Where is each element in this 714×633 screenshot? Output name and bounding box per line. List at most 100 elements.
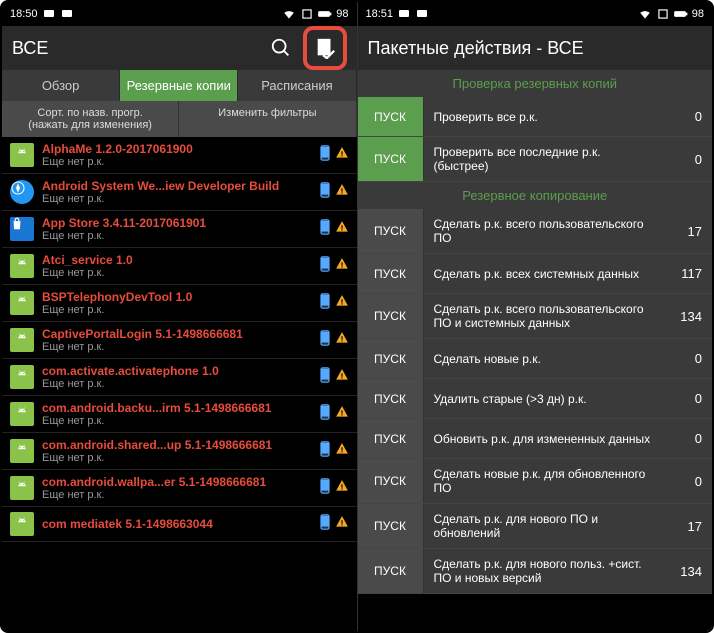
run-button[interactable]: ПУСК bbox=[358, 209, 424, 253]
app-text: AlphaMe 1.2.0-2017061900 Еще нет р.к. bbox=[42, 142, 319, 168]
app-status: Еще нет р.к. bbox=[42, 378, 319, 390]
action-label: Сделать новые р.к. bbox=[424, 339, 669, 378]
app-text: App Store 3.4.11-2017061901 Еще нет р.к. bbox=[42, 216, 319, 242]
app-icon bbox=[10, 254, 34, 278]
app-status: Еще нет р.к. bbox=[42, 193, 319, 205]
action-item[interactable]: ПУСК Сделать р.к. всего пользовательског… bbox=[358, 294, 713, 339]
run-button[interactable]: ПУСК bbox=[358, 504, 424, 548]
app-icon bbox=[10, 402, 34, 426]
app-text: com.android.wallpa...er 5.1-1498666681 Е… bbox=[42, 475, 319, 501]
run-button[interactable]: ПУСК bbox=[358, 339, 424, 378]
wifi-icon bbox=[638, 7, 652, 21]
run-button[interactable]: ПУСК bbox=[358, 549, 424, 593]
tabs: Обзор Резервные копии Расписания bbox=[2, 70, 357, 101]
app-list[interactable]: AlphaMe 1.2.0-2017061900 Еще нет р.к. An… bbox=[2, 137, 357, 631]
app-item[interactable]: Android System We...iew Developer Build … bbox=[2, 174, 357, 211]
app-header: Пакетные действия - ВСЕ bbox=[358, 26, 713, 70]
action-label: Проверить все последние р.к. (быстрее) bbox=[424, 137, 669, 181]
tab-overview[interactable]: Обзор bbox=[2, 70, 120, 101]
app-item[interactable]: com.android.backu...irm 5.1-1498666681 Е… bbox=[2, 396, 357, 433]
app-item[interactable]: com mediatek 5.1-1498663044 bbox=[2, 507, 357, 542]
right-screen: 18:51 98 bbox=[358, 2, 713, 631]
left-screen: 18:50 98 bbox=[2, 2, 358, 631]
action-label: Сделать р.к. для нового польз. +сист. ПО… bbox=[424, 549, 669, 593]
action-item[interactable]: ПУСК Удалить старые (>3 дн) р.к. 0 bbox=[358, 379, 713, 419]
tab-schedules[interactable]: Расписания bbox=[238, 70, 356, 101]
tab-backups[interactable]: Резервные копии bbox=[120, 70, 238, 101]
action-list[interactable]: Проверка резервных копий ПУСК Проверить … bbox=[358, 70, 713, 631]
app-status: Еще нет р.к. bbox=[42, 156, 319, 168]
action-item[interactable]: ПУСК Сделать новые р.к. для обновленного… bbox=[358, 459, 713, 504]
action-count: 0 bbox=[668, 419, 712, 458]
action-item[interactable]: ПУСК Проверить все последние р.к. (быстр… bbox=[358, 137, 713, 182]
filter-button[interactable]: Изменить фильтры bbox=[179, 101, 356, 137]
run-button[interactable]: ПУСК bbox=[358, 254, 424, 293]
phone-icon bbox=[319, 404, 331, 425]
batch-action-icon[interactable] bbox=[311, 34, 339, 62]
warning-icon bbox=[335, 220, 349, 239]
status-time: 18:50 bbox=[10, 8, 38, 20]
action-count: 134 bbox=[668, 549, 712, 593]
app-text: com mediatek 5.1-1498663044 bbox=[42, 517, 319, 531]
warning-icon bbox=[335, 442, 349, 461]
sort-button[interactable]: Сорт. по назв. прогр. (нажать для измене… bbox=[2, 101, 179, 137]
action-item[interactable]: ПУСК Сделать р.к. всех системных данных … bbox=[358, 254, 713, 294]
action-item[interactable]: ПУСК Сделать р.к. для нового польз. +сис… bbox=[358, 549, 713, 594]
app-text: Atci_service 1.0 Еще нет р.к. bbox=[42, 253, 319, 279]
app-item[interactable]: BSPTelephonyDevTool 1.0 Еще нет р.к. bbox=[2, 285, 357, 322]
warning-icon bbox=[335, 183, 349, 202]
phone-icon bbox=[319, 330, 331, 351]
search-icon[interactable] bbox=[267, 34, 295, 62]
app-item[interactable]: com.android.shared...up 5.1-1498666681 Е… bbox=[2, 433, 357, 470]
app-item[interactable]: com.android.wallpa...er 5.1-1498666681 Е… bbox=[2, 470, 357, 507]
action-item[interactable]: ПУСК Сделать р.к. всего пользовательског… bbox=[358, 209, 713, 254]
run-button[interactable]: ПУСК bbox=[358, 97, 424, 136]
app-name: com.android.backu...irm 5.1-1498666681 bbox=[42, 401, 319, 415]
run-button[interactable]: ПУСК bbox=[358, 137, 424, 181]
batch-action-highlight bbox=[303, 26, 347, 70]
header-title: ВСЕ bbox=[12, 38, 48, 59]
app-item[interactable]: CaptivePortalLogin 5.1-1498666681 Еще не… bbox=[2, 322, 357, 359]
app-item[interactable]: com.activate.activatephone 1.0 Еще нет р… bbox=[2, 359, 357, 396]
signal-icon bbox=[300, 7, 314, 21]
phone-icon bbox=[319, 367, 331, 388]
app-icon bbox=[10, 180, 34, 204]
action-item[interactable]: ПУСК Обновить р.к. для измененных данных… bbox=[358, 419, 713, 459]
phone-icon bbox=[319, 441, 331, 462]
app-status: Еще нет р.к. bbox=[42, 267, 319, 279]
warning-icon bbox=[335, 368, 349, 387]
action-count: 17 bbox=[668, 209, 712, 253]
app-item[interactable]: AlphaMe 1.2.0-2017061900 Еще нет р.к. bbox=[2, 137, 357, 174]
phone-icon bbox=[319, 514, 331, 535]
app-indicators bbox=[319, 219, 349, 240]
action-count: 117 bbox=[668, 254, 712, 293]
app-name: CaptivePortalLogin 5.1-1498666681 bbox=[42, 327, 319, 341]
app-text: com.android.shared...up 5.1-1498666681 Е… bbox=[42, 438, 319, 464]
app-icon bbox=[10, 476, 34, 500]
action-item[interactable]: ПУСК Сделать новые р.к. 0 bbox=[358, 339, 713, 379]
app-indicators bbox=[319, 330, 349, 351]
app-name: com.activate.activatephone 1.0 bbox=[42, 364, 319, 378]
app-status: Еще нет р.к. bbox=[42, 452, 319, 464]
run-button[interactable]: ПУСК bbox=[358, 459, 424, 503]
warning-icon bbox=[335, 405, 349, 424]
battery-text: 98 bbox=[692, 8, 704, 20]
action-item[interactable]: ПУСК Сделать р.к. для нового ПО и обновл… bbox=[358, 504, 713, 549]
status-time: 18:51 bbox=[366, 8, 394, 20]
warning-icon bbox=[335, 294, 349, 313]
app-indicators bbox=[319, 367, 349, 388]
app-icon bbox=[10, 291, 34, 315]
battery-icon bbox=[674, 7, 688, 21]
app-text: Android System We...iew Developer Build … bbox=[42, 179, 319, 205]
statusbar: 18:50 98 bbox=[2, 2, 357, 26]
run-button[interactable]: ПУСК bbox=[358, 294, 424, 338]
app-item[interactable]: Atci_service 1.0 Еще нет р.к. bbox=[2, 248, 357, 285]
run-button[interactable]: ПУСК bbox=[358, 419, 424, 458]
action-count: 0 bbox=[668, 97, 712, 136]
action-item[interactable]: ПУСК Проверить все р.к. 0 bbox=[358, 97, 713, 137]
app-status: Еще нет р.к. bbox=[42, 341, 319, 353]
battery-text: 98 bbox=[336, 8, 348, 20]
app-item[interactable]: App Store 3.4.11-2017061901 Еще нет р.к. bbox=[2, 211, 357, 248]
run-button[interactable]: ПУСК bbox=[358, 379, 424, 418]
action-count: 17 bbox=[668, 504, 712, 548]
